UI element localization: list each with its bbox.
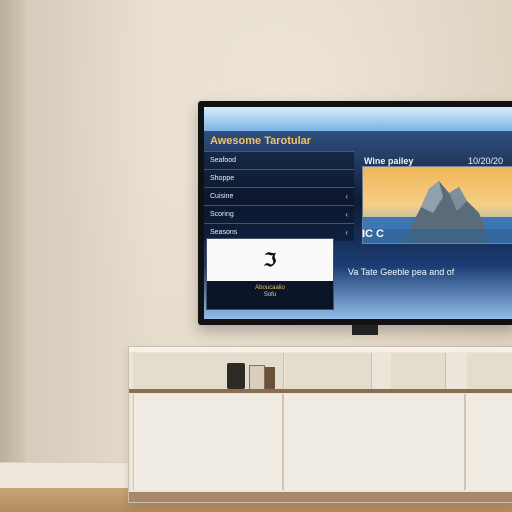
cabinet-door[interactable] (283, 394, 465, 490)
menu-item-label: Cuisine (210, 193, 234, 200)
cabinet-base (129, 492, 512, 502)
cabinet-door[interactable] (465, 394, 512, 490)
menu-item[interactable]: Cuisine ‹ (204, 187, 354, 205)
television: Awesome Tarotular Seafood Shoppe Cuisine… (198, 101, 512, 325)
chevron-left-icon: ‹ (345, 192, 348, 201)
menu-item[interactable]: Seafood (204, 151, 354, 169)
wall-corner (0, 0, 26, 470)
featured-date: 10/20/20 (468, 156, 504, 166)
cabinet-cubby (391, 353, 446, 393)
media-cabinet (128, 346, 512, 503)
chevron-left-icon: ‹ (345, 228, 348, 237)
small-box (249, 365, 265, 391)
card-thumbnail: ℑ (207, 239, 333, 281)
shelf-edge (129, 389, 512, 393)
speaker-device (227, 363, 245, 389)
chevron-left-icon: ‹ (345, 210, 348, 219)
menu-item-label: Seasons (210, 229, 238, 236)
screen-tagline: Va Tate Geeble pea and of (348, 267, 455, 277)
app-logo-icon: ℑ (263, 249, 277, 270)
cabinet-cubby (285, 353, 372, 393)
featured-caption: IC C (362, 228, 384, 240)
featured-label: Wine pailey (364, 156, 414, 166)
tv-stand (352, 325, 378, 335)
room-scene: Awesome Tarotular Seafood Shoppe Cuisine… (0, 0, 512, 512)
menu-item-label: Shoppe (210, 175, 235, 182)
content-card[interactable]: ℑ Aboucaalio Sofu (206, 238, 334, 310)
menu-item[interactable]: Scoring ‹ (204, 205, 354, 223)
cabinet-cubby (467, 353, 512, 393)
tv-menu: Seafood Shoppe Cuisine ‹ Scoring ‹ Seaso… (204, 151, 354, 241)
cabinet-door[interactable] (133, 394, 283, 490)
screen-glare (204, 107, 512, 131)
tv-screen[interactable]: Awesome Tarotular Seafood Shoppe Cuisine… (204, 107, 512, 319)
small-box (265, 367, 275, 389)
menu-item-label: Seafood (210, 157, 237, 164)
featured-thumbnail[interactable] (362, 166, 512, 244)
menu-item[interactable]: Shoppe (204, 169, 354, 187)
menu-item-label: Scoring (210, 211, 234, 218)
card-subtitle: Sofu (263, 292, 277, 298)
landscape-image (363, 167, 512, 243)
card-title: Aboucaalio (255, 285, 285, 291)
cabinet-top (129, 347, 512, 352)
app-title: Awesome Tarotular (210, 135, 312, 147)
